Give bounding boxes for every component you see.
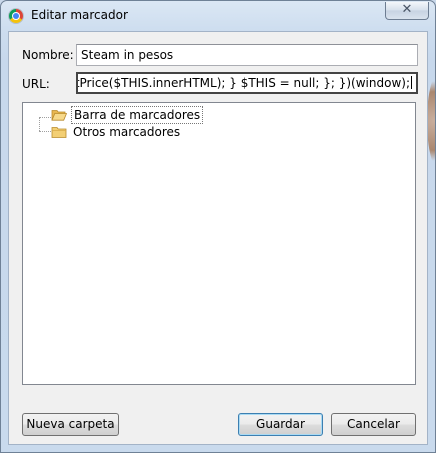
title-bar[interactable]: Editar marcador ✕ — [1, 1, 435, 31]
url-label: URL: — [22, 77, 50, 91]
url-field[interactable]: + formatPrice($THIS.innerHTML); } $THIS … — [76, 72, 418, 94]
name-field[interactable]: Steam in pesos — [76, 44, 418, 66]
name-label: Nombre: — [22, 48, 74, 62]
cancel-button[interactable]: Cancelar — [331, 413, 416, 436]
text-caret — [411, 76, 412, 89]
new-folder-button[interactable]: Nueva carpeta — [22, 413, 119, 436]
close-icon: ✕ — [401, 2, 413, 17]
folder-tree[interactable]: Barra de marcadores Otros marcadores — [22, 102, 416, 385]
url-value-wrap: + formatPrice($THIS.innerHTML); } $THIS … — [78, 74, 412, 92]
folder-open-icon — [51, 110, 67, 121]
chrome-icon — [9, 9, 23, 23]
tree-connector — [39, 117, 40, 131]
url-value: + formatPrice($THIS.innerHTML); } $THIS … — [78, 76, 410, 90]
save-button[interactable]: Guardar — [238, 413, 323, 436]
dialog-title: Editar marcador — [31, 8, 128, 22]
background-edge — [427, 71, 435, 171]
tree-item-label: Barra de marcadores — [71, 106, 204, 124]
close-button[interactable]: ✕ — [385, 2, 429, 20]
folder-icon — [51, 127, 67, 138]
tree-item-label: Otros marcadores — [73, 125, 181, 139]
edit-bookmark-dialog: Editar marcador ✕ Nombre: Steam in pesos… — [0, 0, 436, 453]
dialog-body: Nombre: Steam in pesos URL: + formatPric… — [8, 31, 428, 445]
